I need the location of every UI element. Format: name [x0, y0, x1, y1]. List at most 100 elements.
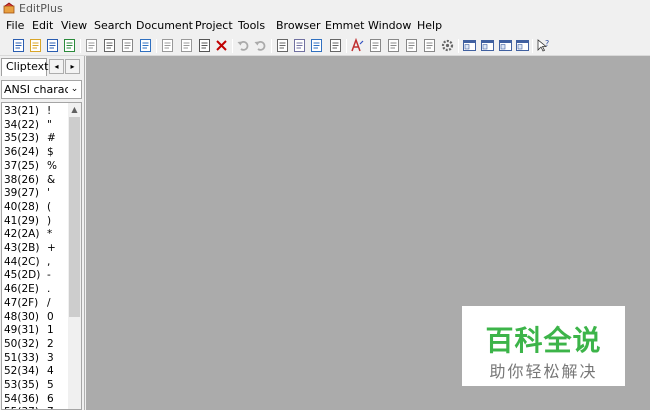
- toolbar: ?: [0, 35, 650, 56]
- goto-line-icon[interactable]: [328, 38, 343, 53]
- menu-help[interactable]: Help: [417, 19, 442, 32]
- cliptext-item[interactable]: 38(26) &: [2, 173, 68, 187]
- save-icon-svg: [47, 39, 58, 52]
- cliptext-item-code: 38(26): [4, 173, 39, 186]
- menu-document[interactable]: Document: [136, 19, 193, 32]
- cliptext-item[interactable]: 48(30) 0: [2, 310, 68, 324]
- cliptext-item-code: 40(28): [4, 200, 39, 213]
- menu-project[interactable]: Project: [195, 19, 233, 32]
- open-file-icon[interactable]: [28, 38, 43, 53]
- new-file-icon[interactable]: [11, 38, 26, 53]
- cliptext-item[interactable]: 36(24) $: [2, 145, 68, 159]
- cliptext-window-icon[interactable]: [462, 38, 477, 53]
- document-selector-icon[interactable]: [515, 38, 530, 53]
- menu-view[interactable]: View: [61, 19, 87, 32]
- cliptext-item[interactable]: 35(23) #: [2, 131, 68, 145]
- cliptext-tab[interactable]: Cliptext: [1, 58, 49, 76]
- cliptext-item[interactable]: 44(2C),: [2, 255, 68, 269]
- cliptext-item-char: 0: [47, 310, 54, 323]
- toolbar-separator: [458, 39, 459, 53]
- cliptext-item-code: 35(23): [4, 132, 39, 145]
- cliptext-item[interactable]: 51(33) 3: [2, 351, 68, 365]
- browser-preview-icon[interactable]: [138, 38, 153, 53]
- context-help-icon[interactable]: ?: [536, 38, 551, 53]
- cliptext-list[interactable]: 33(21)! 34(22) " 35(23) #36(24) $37(25)% 38(26…: [1, 102, 82, 410]
- cliptext-item[interactable]: 33(21)!: [2, 104, 68, 118]
- cliptext-item-code: 53(35): [4, 379, 39, 391]
- cliptext-item-code: 43(2B): [4, 242, 40, 254]
- print-preview-icon[interactable]: [84, 38, 99, 53]
- font-icon[interactable]: [350, 38, 365, 53]
- menu-file[interactable]: File: [6, 19, 24, 32]
- cliptext-item[interactable]: 54(36) 6: [2, 392, 68, 406]
- cliptext-item[interactable]: 37(25)%: [2, 159, 68, 173]
- cliptext-item[interactable]: 55(37) 7: [2, 405, 68, 409]
- toolbar-separator: [156, 39, 157, 53]
- print-icon[interactable]: [102, 38, 117, 53]
- menu-window[interactable]: Window: [368, 19, 411, 32]
- cliptext-item[interactable]: 50(32) 2: [2, 337, 68, 351]
- goto-line-icon-svg: [330, 39, 341, 52]
- cliptext-item[interactable]: 41(29)): [2, 214, 68, 228]
- output-window-icon[interactable]: [498, 38, 513, 53]
- cliptext-panel: Cliptext ◂ ▸ ANSI characters ⌄ 33(21)!34…: [0, 56, 85, 410]
- menu-edit[interactable]: Edit: [32, 19, 53, 32]
- find-icon[interactable]: [275, 38, 290, 53]
- replace-icon[interactable]: [292, 38, 307, 53]
- save-all-icon[interactable]: [62, 38, 77, 53]
- paste-icon[interactable]: [197, 38, 212, 53]
- scrollbar-thumb[interactable]: [69, 117, 80, 317]
- cliptext-item[interactable]: 49(31) 1: [2, 323, 68, 337]
- cliptext-item[interactable]: 47(2F) /: [2, 296, 68, 310]
- cliptext-item-char: ,: [47, 255, 51, 268]
- hex-view-icon[interactable]: [368, 38, 383, 53]
- save-all-icon-svg: [64, 39, 75, 52]
- cliptext-item[interactable]: 52(34) 4: [2, 364, 68, 378]
- undo-icon[interactable]: [236, 38, 251, 53]
- menu-browser[interactable]: Browser: [276, 19, 321, 32]
- charset-select[interactable]: ANSI characters ⌄: [1, 80, 82, 99]
- scroll-up-icon[interactable]: ▲: [68, 103, 81, 116]
- cliptext-item-code: 49(31): [4, 324, 39, 337]
- delete-icon[interactable]: [214, 38, 229, 53]
- output-window-icon-svg: [499, 40, 512, 51]
- prev-tab-button[interactable]: ◂: [49, 59, 64, 74]
- chevron-down-icon[interactable]: ⌄: [68, 81, 81, 98]
- cliptext-item[interactable]: 42(2A) *: [2, 227, 68, 241]
- cliptext-item[interactable]: 40(28) (: [2, 200, 68, 214]
- directory-window-icon[interactable]: [480, 38, 495, 53]
- undo-icon-svg: [237, 41, 249, 51]
- cliptext-item[interactable]: 39(27) ': [2, 186, 68, 200]
- settings-gear-icon[interactable]: [440, 38, 455, 53]
- cliptext-item-char: ': [47, 187, 50, 200]
- cliptext-item[interactable]: 45(2D) -: [2, 268, 68, 282]
- next-tab-button[interactable]: ▸: [65, 59, 80, 74]
- cliptext-scrollbar[interactable]: ▲: [68, 103, 81, 409]
- spell-check-icon[interactable]: [120, 38, 135, 53]
- redo-icon[interactable]: [253, 38, 268, 53]
- word-wrap-icon[interactable]: [404, 38, 419, 53]
- editplus-app-icon[interactable]: [3, 2, 15, 14]
- cliptext-item[interactable]: 43(2B) +: [2, 241, 68, 255]
- cliptext-item-code: 39(27): [4, 187, 39, 200]
- settings-gear-icon-svg: [441, 39, 454, 52]
- cliptext-item[interactable]: 53(35) 5: [2, 378, 68, 392]
- cliptext-item[interactable]: 46(2E).: [2, 282, 68, 296]
- menu-search[interactable]: Search: [94, 19, 132, 32]
- cliptext-item-code: 34(22): [4, 118, 39, 131]
- context-help-icon-svg: ?: [537, 39, 549, 52]
- copy-icon[interactable]: [179, 38, 194, 53]
- cliptext-item[interactable]: 34(22) ": [2, 118, 68, 132]
- cliptext-item-char: *: [47, 228, 53, 241]
- cliptext-item-code: 33(21): [4, 105, 39, 117]
- cut-icon[interactable]: [160, 38, 175, 53]
- save-icon[interactable]: [45, 38, 60, 53]
- column-icon[interactable]: [422, 38, 437, 53]
- menu-emmet[interactable]: Emmet: [325, 19, 364, 32]
- find-in-files-icon-svg: [311, 39, 322, 52]
- menu-tools[interactable]: Tools: [238, 19, 265, 32]
- cut-icon-svg: [162, 39, 173, 52]
- find-in-files-icon[interactable]: [309, 38, 324, 53]
- line-number-icon[interactable]: [386, 38, 401, 53]
- cliptext-item-code: 54(36): [4, 392, 39, 405]
